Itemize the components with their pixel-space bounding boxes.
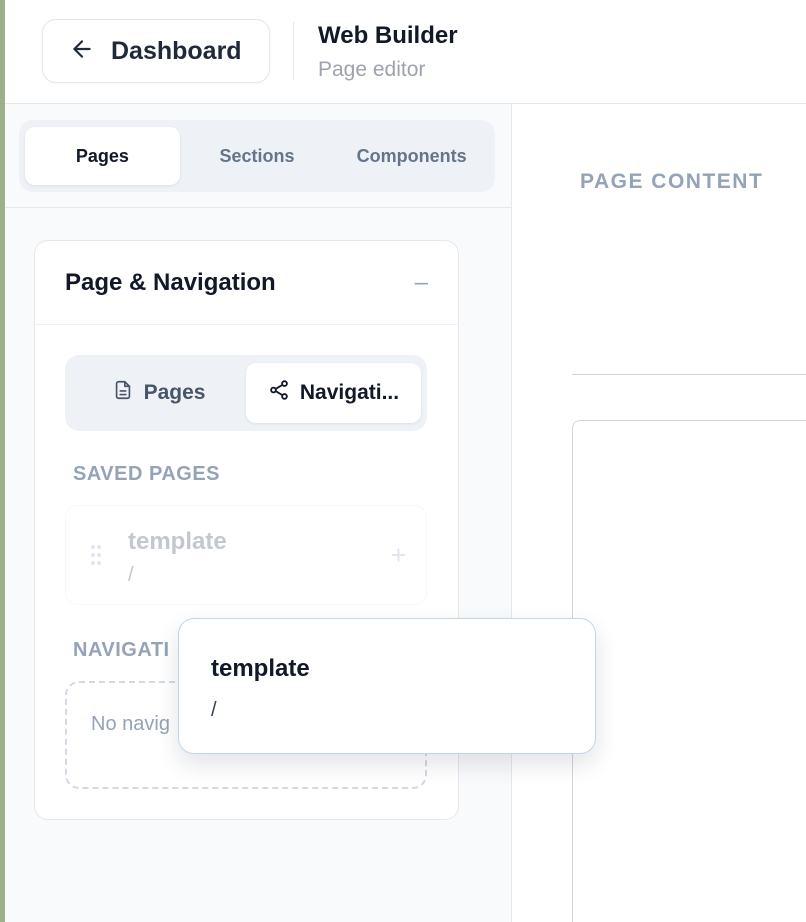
main-canvas: PAGE CONTENT xyxy=(512,104,806,922)
panel-header: Page & Navigation – xyxy=(35,241,458,325)
sidebar: Pages Sections Components Page & Navigat… xyxy=(5,104,512,922)
drag-preview-title: template xyxy=(211,655,310,682)
navigation-heading: NAVIGATI xyxy=(73,639,170,661)
subtab-pages[interactable]: Pages xyxy=(71,363,246,423)
document-icon xyxy=(112,379,134,407)
content-divider xyxy=(572,374,806,375)
header-divider xyxy=(293,22,294,80)
saved-page-title: template xyxy=(128,528,227,555)
collapse-button[interactable]: – xyxy=(415,269,428,297)
saved-page-path: / xyxy=(128,564,134,586)
back-button-label: Dashboard xyxy=(111,36,242,65)
share-icon xyxy=(268,379,290,407)
navigation-empty-text: No navig xyxy=(91,713,170,735)
saved-pages-heading: SAVED PAGES xyxy=(73,463,221,485)
page-content-label: PAGE CONTENT xyxy=(580,170,764,193)
tab-sections[interactable]: Sections xyxy=(180,127,335,185)
drag-handle-icon[interactable] xyxy=(90,544,102,566)
drag-preview-path: / xyxy=(211,699,217,721)
arrow-left-icon xyxy=(69,36,95,67)
sidebar-tabs: Pages Sections Components xyxy=(19,120,495,192)
tab-components[interactable]: Components xyxy=(334,127,489,185)
back-to-dashboard-button[interactable]: Dashboard xyxy=(42,19,270,83)
panel-title: Page & Navigation xyxy=(65,268,276,296)
drag-preview-card[interactable]: template / xyxy=(178,618,596,754)
page-canvas-frame[interactable] xyxy=(572,420,806,922)
saved-page-item[interactable]: template / + xyxy=(65,505,427,605)
subtab-navigation-label: Navigati... xyxy=(299,381,400,404)
tab-pages[interactable]: Pages xyxy=(25,127,180,185)
sidebar-tabs-area: Pages Sections Components xyxy=(5,104,512,208)
panel-subtabs: Pages Navigati... xyxy=(65,355,427,431)
add-to-navigation-icon[interactable]: + xyxy=(391,540,406,571)
app-title: Web Builder xyxy=(318,22,458,49)
subtab-pages-label: Pages xyxy=(143,381,206,404)
subtab-navigation[interactable]: Navigati... xyxy=(246,363,421,423)
app-header: Dashboard Web Builder Page editor xyxy=(5,0,806,104)
app-subtitle: Page editor xyxy=(318,58,426,81)
